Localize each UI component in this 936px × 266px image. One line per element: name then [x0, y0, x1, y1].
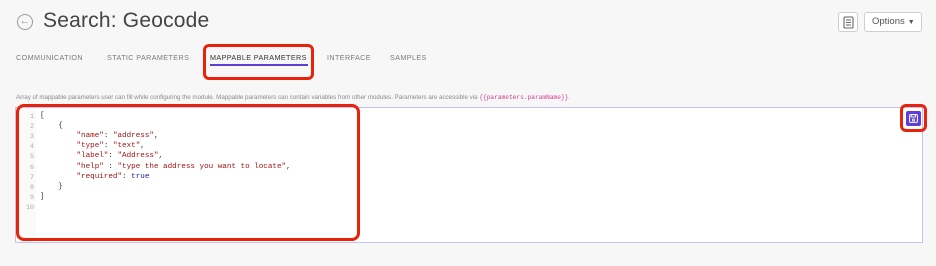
back-arrow-icon[interactable]: ← [17, 14, 33, 30]
description-text: Array of mappable parameters user can fi… [16, 94, 480, 101]
tab-interface[interactable]: INTERFACE [327, 53, 371, 62]
tab-bar: COMMUNICATION STATIC PARAMETERS MAPPABLE… [0, 50, 936, 72]
highlight-box-tab [203, 44, 314, 80]
description-suffix: . [568, 94, 571, 101]
document-icon [843, 16, 854, 29]
highlight-box-save [900, 104, 927, 132]
highlight-box-code [16, 104, 360, 241]
document-button[interactable] [838, 12, 858, 32]
page-title: Search: Geocode [43, 9, 210, 32]
header: ← Search: Geocode Options ▼ [0, 0, 936, 48]
tab-samples[interactable]: SAMPLES [390, 53, 427, 62]
description-code-ref: {{parameters.paramName}} [479, 94, 569, 101]
tab-static-parameters[interactable]: STATIC PARAMETERS [107, 53, 189, 62]
options-label: Options [872, 16, 905, 27]
parameters-description: Array of mappable parameters user can fi… [16, 94, 570, 101]
caret-down-icon: ▼ [907, 19, 915, 26]
options-button[interactable]: Options ▼ [864, 12, 922, 32]
tab-communication[interactable]: COMMUNICATION [16, 53, 83, 62]
